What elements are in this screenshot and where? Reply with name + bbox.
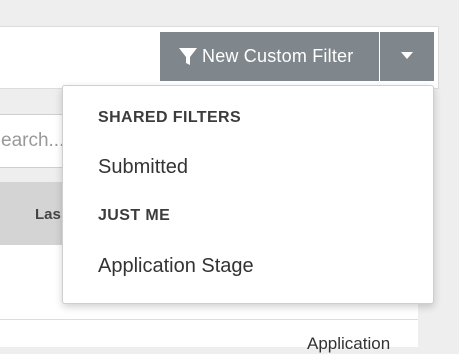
search-input[interactable]: earch... [0, 114, 70, 168]
table-cell: Application [307, 334, 391, 353]
caret-down-icon [401, 52, 413, 59]
new-custom-filter-label: New Custom Filter [202, 46, 354, 66]
menu-item-application-stage[interactable]: Application Stage [98, 255, 254, 278]
new-custom-filter-button[interactable]: New Custom Filter [160, 32, 379, 81]
section-header-shared-filters: SHARED FILTERS [98, 109, 242, 126]
column-header-last[interactable]: Las [35, 206, 61, 223]
row-divider [0, 319, 418, 320]
filter-dropdown-menu: SHARED FILTERS Submitted JUST ME Applica… [62, 85, 434, 304]
funnel-icon [179, 47, 197, 65]
section-header-just-me: JUST ME [98, 207, 171, 224]
search-placeholder: earch... [1, 130, 65, 151]
menu-item-submitted[interactable]: Submitted [98, 156, 188, 179]
filter-dropdown-toggle[interactable] [380, 32, 434, 81]
